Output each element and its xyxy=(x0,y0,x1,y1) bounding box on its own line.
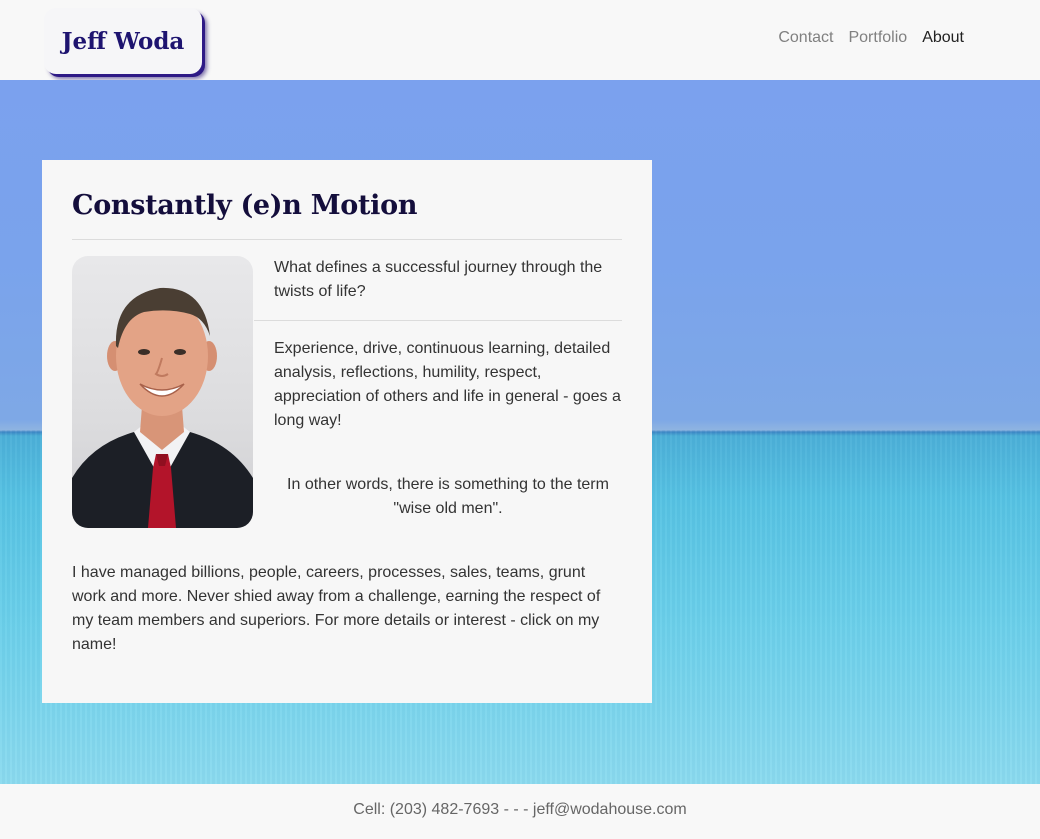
section-divider xyxy=(254,320,622,321)
nav-link-contact[interactable]: Contact xyxy=(778,29,833,47)
page-title: Constantly (e)n Motion xyxy=(72,190,418,221)
body-paragraph: I have managed billions, people, careers… xyxy=(72,564,601,653)
site-footer: Cell: (203) 482-7693 - - - jeff@wodahous… xyxy=(0,784,1040,839)
nav-link-portfolio[interactable]: Portfolio xyxy=(848,29,907,47)
nav-link-about[interactable]: About xyxy=(922,29,964,47)
profile-photo xyxy=(72,256,253,528)
site-header: Jeff Woda Contact Portfolio About xyxy=(0,0,1040,80)
intro-question: What defines a successful journey throug… xyxy=(274,259,603,300)
main-nav: Contact Portfolio About xyxy=(778,29,964,47)
site-logo-link[interactable]: Jeff Woda xyxy=(44,8,202,74)
about-card: Constantly (e)n Motion What defines a su… xyxy=(42,160,652,703)
quote-paragraph: In other words, there is something to th… xyxy=(287,476,609,517)
answer-paragraph: Experience, drive, continuous learning, … xyxy=(274,340,621,429)
contact-info: Cell: (203) 482-7693 - - - jeff@wodahous… xyxy=(353,801,687,818)
title-divider xyxy=(72,239,622,240)
